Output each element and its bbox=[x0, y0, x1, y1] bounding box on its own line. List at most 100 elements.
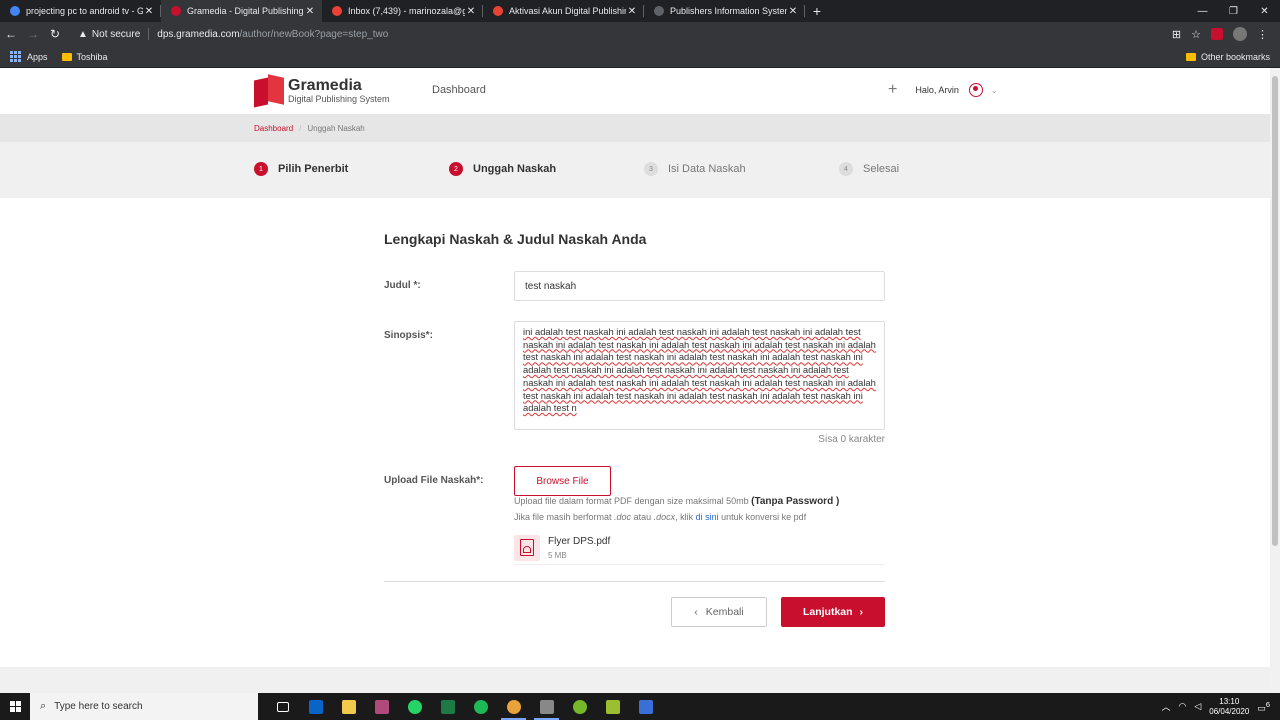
volume-icon[interactable]: ◁ bbox=[1194, 701, 1201, 712]
file-explorer-icon[interactable] bbox=[332, 693, 365, 720]
spotify-icon[interactable] bbox=[464, 693, 497, 720]
google-favicon-icon bbox=[10, 6, 20, 16]
bookmark-toshiba[interactable]: Toshiba bbox=[61, 51, 108, 62]
media-app-icon[interactable] bbox=[365, 693, 398, 720]
step-pilih-penerbit: 1 Pilih Penerbit bbox=[254, 162, 348, 176]
excel-icon[interactable] bbox=[431, 693, 464, 720]
extension-icon[interactable] bbox=[1211, 28, 1223, 40]
breadcrumb-separator: / bbox=[299, 123, 302, 133]
back-arrow-icon[interactable]: ← bbox=[0, 27, 22, 41]
chevron-down-icon[interactable]: ⌄ bbox=[991, 86, 998, 95]
page-viewport: Gramedia Digital Publishing System Dashb… bbox=[0, 68, 1270, 693]
sinopsis-textarea[interactable]: ini adalah test naskah ini adalah test n… bbox=[514, 321, 885, 430]
character-counter: Sisa 0 karakter bbox=[818, 434, 885, 445]
utorrent-icon[interactable] bbox=[563, 693, 596, 720]
convert-hint-text: atau bbox=[631, 512, 654, 522]
step-selesai: 4 Selesai bbox=[839, 162, 899, 176]
sinopsis-label: Sinopsis*: bbox=[384, 330, 433, 341]
globe-favicon-icon bbox=[654, 6, 664, 16]
new-tab-button[interactable]: + bbox=[805, 0, 829, 22]
close-tab-icon[interactable]: ✕ bbox=[304, 6, 316, 17]
close-tab-icon[interactable]: ✕ bbox=[143, 6, 155, 17]
judul-input[interactable]: test naskah bbox=[514, 271, 885, 301]
browser-tab-google[interactable]: projecting pc to android tv - Goo ✕ bbox=[0, 0, 161, 22]
breadcrumb: Dashboard / Unggah Naskah bbox=[0, 114, 1270, 142]
browse-file-button[interactable]: Browse File bbox=[514, 466, 611, 496]
url-path: /author/newBook?page=step_two bbox=[239, 28, 389, 40]
browser-tab-gmail-inbox[interactable]: Inbox (7,439) - marinozala@gma ✕ bbox=[322, 0, 483, 22]
restore-icon[interactable]: ❐ bbox=[1218, 0, 1249, 22]
user-greeting: Halo, Arvin bbox=[915, 85, 959, 95]
kembali-label: Kembali bbox=[705, 606, 744, 618]
brand-subtitle: Digital Publishing System bbox=[288, 94, 390, 104]
clock-time: 13:10 bbox=[1219, 696, 1240, 706]
notification-icon[interactable]: ▭6 bbox=[1257, 700, 1270, 714]
window-controls: — ❐ ✕ bbox=[1187, 0, 1280, 22]
forward-arrow-icon[interactable]: → bbox=[22, 27, 44, 41]
close-tab-icon[interactable]: ✕ bbox=[787, 6, 799, 17]
calculator-icon[interactable] bbox=[530, 693, 563, 720]
pdf-file-icon bbox=[514, 534, 540, 561]
profile-avatar-icon[interactable] bbox=[1233, 27, 1247, 41]
file-size: 5 MB bbox=[548, 550, 567, 560]
close-tab-icon[interactable]: ✕ bbox=[465, 6, 477, 17]
bookmark-apps[interactable]: Apps bbox=[10, 51, 48, 62]
browser-tab-strip: projecting pc to android tv - Goo ✕ Gram… bbox=[0, 0, 1280, 22]
lanjutkan-label: Lanjutkan bbox=[802, 606, 853, 618]
security-label: Not secure bbox=[91, 28, 141, 40]
apps-grid-icon bbox=[10, 51, 21, 62]
chevron-right-icon: › bbox=[859, 606, 864, 618]
minimize-icon[interactable]: — bbox=[1187, 0, 1218, 22]
menu-kebab-icon[interactable]: ⋮ bbox=[1257, 28, 1268, 41]
add-plus-icon[interactable]: + bbox=[888, 82, 897, 98]
step-label: Selesai bbox=[863, 163, 900, 175]
bookmark-other[interactable]: Other bookmarks bbox=[1185, 52, 1270, 62]
wifi-icon[interactable]: ◠ bbox=[1178, 701, 1186, 712]
breadcrumb-current: Unggah Naskah bbox=[307, 123, 365, 133]
toolbar-right-icons: ⊞ ☆ ⋮ bbox=[1172, 27, 1280, 41]
tray-chevron-up-icon[interactable]: ︿ bbox=[1161, 700, 1170, 713]
notification-count: 6 bbox=[1265, 699, 1270, 709]
bookmark-label: Apps bbox=[27, 51, 48, 62]
start-button[interactable] bbox=[0, 693, 30, 720]
close-tab-icon[interactable]: ✕ bbox=[626, 6, 638, 17]
gramedia-favicon-icon bbox=[171, 6, 181, 16]
chevron-left-icon: ‹ bbox=[694, 606, 698, 618]
nav-dashboard-link[interactable]: Dashboard bbox=[432, 84, 486, 96]
kembali-button[interactable]: ‹ Kembali bbox=[671, 597, 767, 627]
browser-tab-gramedia[interactable]: Gramedia - Digital Publishing Sys ✕ bbox=[161, 0, 322, 22]
upload-hint-text: Upload file dalam format PDF dengan size… bbox=[514, 496, 749, 506]
outlook-icon[interactable] bbox=[299, 693, 332, 720]
form-divider bbox=[384, 581, 885, 582]
browser-tab-publishers[interactable]: Publishers Information System V ✕ bbox=[644, 0, 805, 22]
chrome-icon[interactable] bbox=[497, 693, 530, 720]
breadcrumb-dashboard-link[interactable]: Dashboard bbox=[254, 124, 293, 133]
close-window-icon[interactable]: ✕ bbox=[1249, 0, 1280, 22]
gramedia-logo[interactable]: Gramedia Digital Publishing System bbox=[254, 74, 390, 108]
upload-label: Upload File Naskah*: bbox=[384, 475, 484, 486]
clock[interactable]: 13:10 06/04/2020 bbox=[1209, 697, 1249, 717]
tab-title: Gramedia - Digital Publishing Sys bbox=[187, 6, 304, 16]
reload-icon[interactable]: ↻ bbox=[44, 27, 66, 41]
translate-icon[interactable]: ⊞ bbox=[1172, 28, 1181, 41]
task-view-icon[interactable] bbox=[266, 693, 299, 720]
browser-tab-gmail-aktivasi[interactable]: Aktivasi Akun Digital Publishing S ✕ bbox=[483, 0, 644, 22]
scrollbar-thumb[interactable] bbox=[1272, 76, 1278, 546]
step-unggah-naskah: 2 Unggah Naskah bbox=[449, 162, 556, 176]
lanjutkan-button[interactable]: Lanjutkan › bbox=[781, 597, 885, 627]
bookmark-star-icon[interactable]: ☆ bbox=[1191, 28, 1201, 41]
convert-hint-text: Jika file masih berformat bbox=[514, 512, 615, 522]
address-bar[interactable]: ▲ Not secure dps.gramedia.com/author/new… bbox=[72, 28, 388, 40]
site-header: Gramedia Digital Publishing System Dashb… bbox=[0, 68, 1270, 114]
app-blue-icon[interactable] bbox=[629, 693, 662, 720]
bookmark-label: Toshiba bbox=[76, 51, 108, 62]
app-icon[interactable] bbox=[596, 693, 629, 720]
omnibox-divider bbox=[148, 28, 150, 40]
page-scrollbar[interactable] bbox=[1270, 68, 1280, 693]
step-number: 3 bbox=[644, 162, 658, 176]
convert-hint-text: untuk konversi ke pdf bbox=[718, 512, 807, 522]
whatsapp-icon[interactable] bbox=[398, 693, 431, 720]
user-circle-icon[interactable] bbox=[968, 83, 983, 97]
convert-link[interactable]: di sini bbox=[696, 512, 719, 522]
taskbar-search[interactable]: ⌕ Type here to search bbox=[30, 693, 258, 720]
